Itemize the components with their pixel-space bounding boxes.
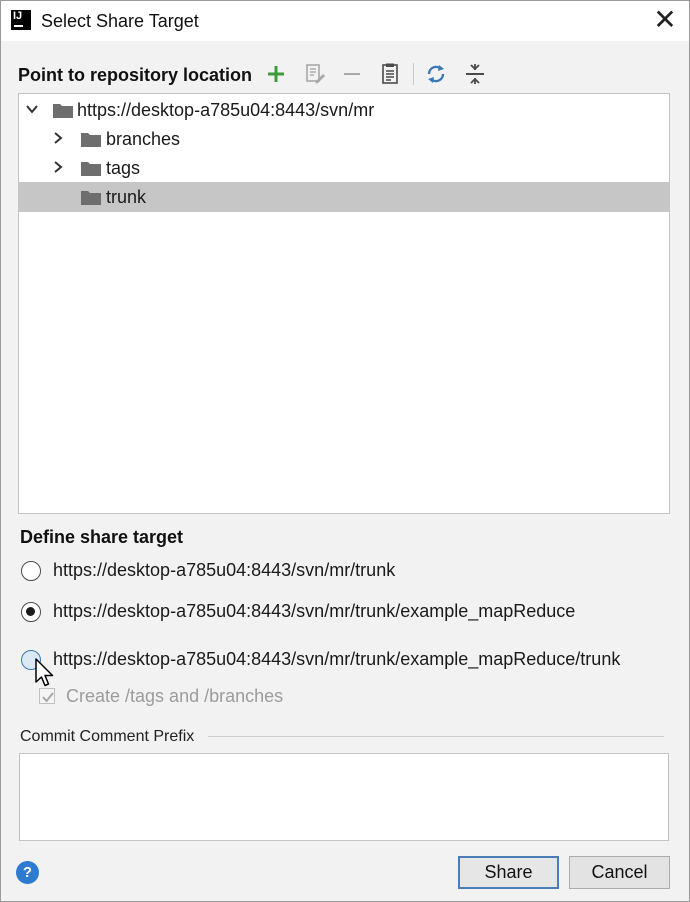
radio-button[interactable] [21,561,41,581]
mouse-cursor-icon [35,658,54,687]
folder-icon [53,104,73,118]
share-target-option-label: https://desktop-a785u04:8443/svn/mr/trun… [53,601,576,621]
share-button[interactable]: Share [458,856,559,889]
select-share-target-dialog: IJ Select Share Target ✕ Point to reposi… [0,0,690,902]
tree-node-label: https://desktop-a785u04:8443/svn/mr [77,100,375,120]
folder-icon [81,191,101,205]
help-button[interactable]: ? [16,861,39,884]
create-tags-branches-checkbox[interactable] [39,688,55,704]
tree-node-branches[interactable]: branches [19,124,669,154]
repository-location-label: Point to repository location [18,65,253,85]
refresh-icon [427,65,445,83]
checkmark-icon [42,692,54,703]
create-tags-branches-label: Create /tags and /branches [66,686,284,706]
share-target-option-label: https://desktop-a785u04:8443/svn/mr/trun… [53,649,621,669]
tree-node-root[interactable]: https://desktop-a785u04:8443/svn/mr [19,95,669,125]
commit-comment-prefix-label: Commit Comment Prefix [20,728,195,745]
edit-icon [306,64,325,84]
dialog-title: Select Share Target [41,11,199,31]
share-target-option-label: https://desktop-a785u04:8443/svn/mr/trun… [53,560,396,580]
tree-node-trunk[interactable]: trunk [19,182,669,212]
remove-icon [344,73,360,75]
chevron-down-icon[interactable] [25,102,39,116]
toolbar-separator [413,63,414,85]
chevron-right-icon[interactable] [51,160,65,174]
add-location-button[interactable] [264,61,288,87]
tree-node-label: branches [106,129,181,149]
close-button[interactable]: ✕ [649,5,681,37]
collapse-all-button[interactable] [463,61,487,87]
edit-location-button[interactable] [303,61,327,87]
close-icon: ✕ [653,3,677,36]
tree-node-tags[interactable]: tags [19,153,669,183]
radio-button[interactable] [21,602,41,622]
folder-icon [81,133,101,147]
help-icon: ? [22,864,33,881]
add-icon [268,66,284,82]
collapse-all-icon [466,64,484,84]
browse-icon [382,63,398,84]
remove-location-button[interactable] [340,61,364,87]
tree-node-label: tags [106,158,141,178]
browse-changes-button[interactable] [378,61,402,87]
cancel-button[interactable]: Cancel [569,856,670,889]
fieldset-divider [208,736,664,737]
intellij-app-icon: IJ [11,10,31,30]
title-bar: IJ Select Share Target ✕ [1,1,689,41]
repository-tree[interactable]: https://desktop-a785u04:8443/svn/mr bran… [18,93,670,514]
commit-comment-prefix-field[interactable] [19,753,669,841]
chevron-right-icon[interactable] [51,131,65,145]
define-share-target-title: Define share target [20,527,184,547]
refresh-button[interactable] [424,61,448,87]
tree-node-label: trunk [106,187,147,207]
folder-icon [81,162,101,176]
